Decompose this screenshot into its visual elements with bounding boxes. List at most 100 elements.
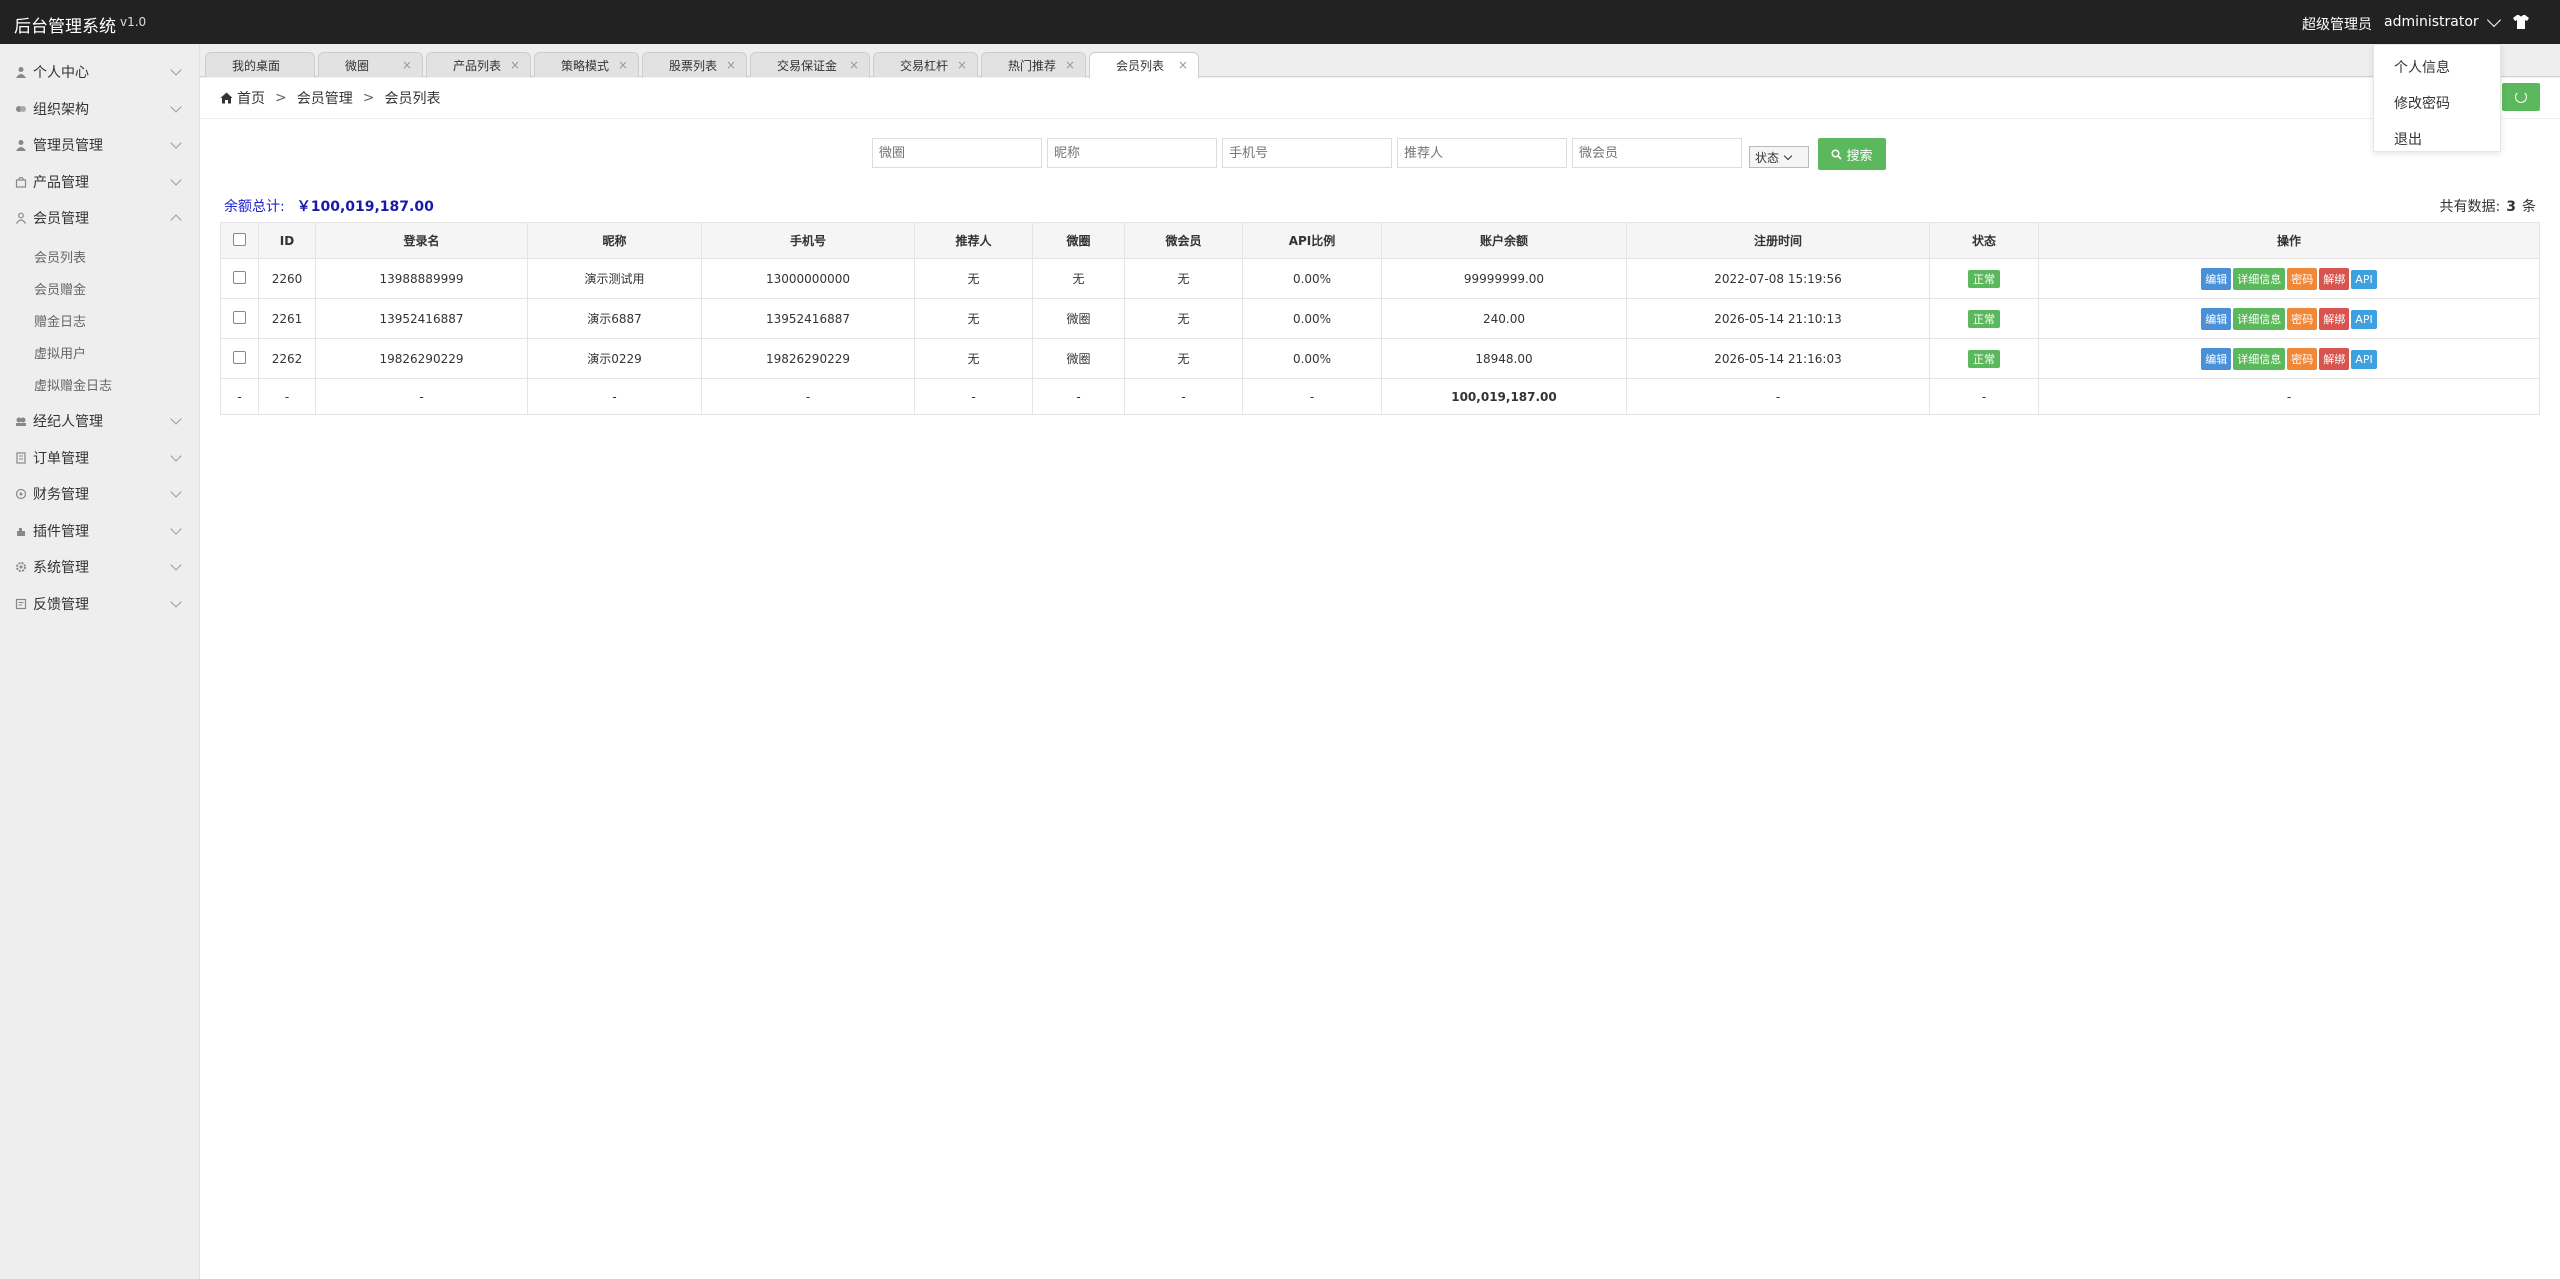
sidebar-item-label: 管理员管理 [33,138,103,154]
sidebar-item-plugin[interactable]: 插件管理 [0,516,200,546]
status-select-value: 状态 [1755,150,1780,165]
refresh-button[interactable] [2502,83,2540,111]
member-icon [15,212,27,224]
api-button[interactable]: API [2351,349,2377,369]
sum-dash: - [1124,378,1243,415]
bag-icon [15,176,27,188]
gear-icon [16,562,26,572]
close-icon[interactable]: × [726,58,736,72]
search-button[interactable]: 搜索 [1818,138,1886,170]
cell-ref: 无 [914,338,1033,379]
user-icon [16,67,26,78]
close-icon[interactable]: × [957,58,967,72]
cell-time: 2022-07-08 15:19:56 [1626,258,1930,299]
sidebar-subitem-bonus-log[interactable]: 赠金日志 [0,306,200,334]
menu-item-profile[interactable]: 个人信息 [2394,57,2450,77]
sidebar-item-feedback[interactable]: 反馈管理 [0,589,200,619]
cell-phone: 13952416887 [701,298,915,339]
sidebar-item-order[interactable]: 订单管理 [0,443,200,473]
edit-button[interactable]: 编辑 [2201,267,2232,290]
sidebar-item-system[interactable]: 系统管理 [0,552,200,582]
password-button[interactable]: 密码 [2287,267,2318,290]
select-all-header [220,222,259,259]
password-button[interactable]: 密码 [2287,307,2318,330]
tab-label: 热门推荐 [1008,58,1057,73]
user-menu-toggle[interactable]: administrator [2384,12,2501,30]
close-icon[interactable]: × [1065,58,1075,72]
select-all-checkbox[interactable] [233,232,246,246]
tab-desktop[interactable]: 我的桌面 [205,52,315,77]
edit-button[interactable]: 编辑 [2201,307,2232,330]
sidebar-subitem-member-bonus[interactable]: 会员赠金 [0,274,200,302]
sidebar-item-member[interactable]: 会员管理 [0,203,200,233]
tshirt-icon[interactable] [2510,11,2532,33]
cell-id: 2261 [258,298,316,339]
menu-item-change-password[interactable]: 修改密码 [2394,93,2450,113]
close-icon[interactable]: × [1178,58,1188,72]
phone-search-input[interactable] [1222,138,1392,168]
breadcrumb-home[interactable]: 首页 [237,88,265,108]
tab-stocks[interactable]: 股票列表 × [642,52,747,77]
referrer-search-input[interactable] [1397,138,1567,168]
balance-summary: 余额总计: ￥100,019,187.00 [224,196,434,216]
tab-member-list[interactable]: 会员列表 × [1089,52,1199,78]
sidebar-item-personal[interactable]: 个人中心 [0,57,200,87]
tab-label: 微圈 [345,58,370,73]
cell-nick: 演示测试用 [527,258,702,299]
table-row: 2260 13988889999 演示测试用 13000000000 无无无 0.00% 9… [220,258,2540,299]
menu-item-logout[interactable]: 退出 [2394,129,2422,149]
detail-button[interactable]: 详细信息 [2233,307,2286,330]
sidebar-item-finance[interactable]: 财务管理 [0,479,200,509]
api-button[interactable]: API [2351,309,2377,329]
row-checkbox[interactable] [233,310,246,324]
cell-nick: 演示0229 [527,338,702,379]
chevron-up-icon [170,214,182,226]
tab-strategy[interactable]: 策略模式 × [534,52,639,77]
sidebar-item-label: 反馈管理 [33,597,89,613]
detail-button[interactable]: 详细信息 [2233,347,2286,370]
cell-vip: 无 [1124,298,1243,339]
row-checkbox[interactable] [233,270,246,284]
sidebar-item-org[interactable]: 组织架构 [0,94,200,124]
tab-hot[interactable]: 热门推荐 × [981,52,1086,77]
sidebar-item-product[interactable]: 产品管理 [0,167,200,197]
tab-circle[interactable]: 微圈 × [318,52,423,77]
sidebar-item-label: 订单管理 [33,451,89,467]
close-icon[interactable]: × [510,58,520,72]
unbind-button[interactable]: 解绑 [2319,347,2350,370]
tab-label: 会员列表 [1116,59,1165,73]
sidebar-subitem-member-list[interactable]: 会员列表 [0,242,200,270]
sidebar-item-admin[interactable]: 管理员管理 [0,130,200,160]
sum-balance: 100,019,187.00 [1381,378,1627,415]
close-icon[interactable]: × [618,58,628,72]
unbind-button[interactable]: 解绑 [2319,267,2350,290]
sidebar: 个人中心 组织架构 管理员管理 产品管理 会员管理 会员列表 会员赠金 赠金日志… [0,44,200,1279]
password-button[interactable]: 密码 [2287,347,2318,370]
breadcrumb-level1[interactable]: 会员管理 [297,88,353,108]
close-icon[interactable]: × [849,58,859,72]
col-header: ID [258,222,316,259]
finance-icon [15,488,27,500]
vip-search-input[interactable] [1572,138,1742,168]
admin-icon [16,140,26,151]
app-version: v1.0 [120,15,147,29]
close-icon[interactable]: × [402,58,412,72]
edit-button[interactable]: 编辑 [2201,347,2232,370]
nickname-search-input[interactable] [1047,138,1217,168]
tab-leverage[interactable]: 交易杠杆 × [873,52,978,77]
cell-circle: 微圈 [1032,338,1125,379]
tab-label: 股票列表 [669,58,718,73]
circle-search-input[interactable] [872,138,1042,168]
tab-margin[interactable]: 交易保证金 × [750,52,870,77]
sidebar-item-broker[interactable]: 经纪人管理 [0,406,200,436]
unbind-button[interactable]: 解绑 [2319,307,2350,330]
sidebar-subitem-virtual-bonus-log[interactable]: 虚拟赠金日志 [0,370,200,398]
record-count-value: 3 [2506,199,2516,215]
tab-products[interactable]: 产品列表 × [426,52,531,77]
row-checkbox[interactable] [233,350,246,364]
status-select[interactable]: 状态 [1749,146,1809,168]
sidebar-subitem-virtual-user[interactable]: 虚拟用户 [0,338,200,366]
cell-id: 2262 [258,338,316,379]
detail-button[interactable]: 详细信息 [2233,267,2286,290]
api-button[interactable]: API [2351,269,2377,289]
